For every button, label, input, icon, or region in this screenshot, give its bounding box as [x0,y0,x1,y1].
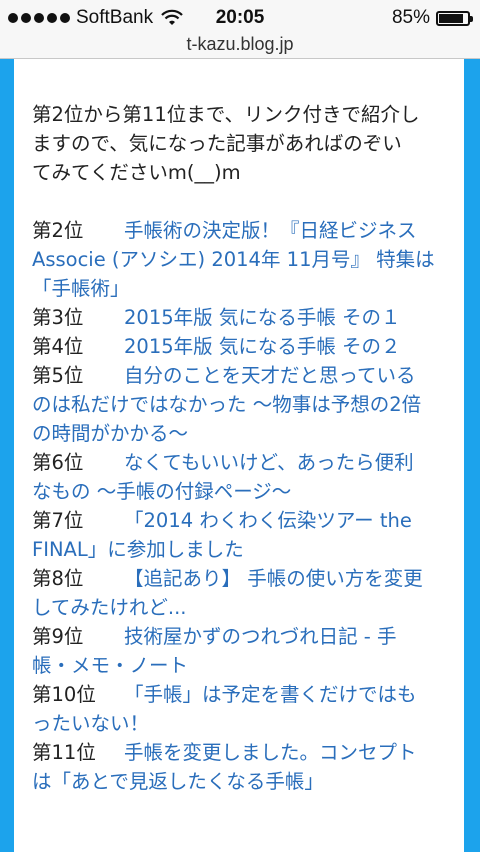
battery-percent: 85% [391,7,430,28]
ranking-item: 第11位 手帳を変更しました。コンセプト は「あとで見返したくなる手帳」 [32,738,452,796]
ranking-item: 第10位 「手帳」は予定を書くだけではも ったいない！ [32,680,452,738]
article-content: 第2位から第11位まで、リンク付きで紹介し ますので、気になった記事があればのぞ… [32,100,452,796]
rank-label: 第9位 [32,625,84,648]
status-right: 85% [391,7,473,29]
intro-paragraph: 第2位から第11位まで、リンク付きで紹介し ますので、気になった記事があればのぞ… [32,100,452,187]
ranking-link-continued[interactable]: 帳・メモ・ノート [32,651,452,680]
ranking-item: 第7位 「2014 わくわく伝染ツアー the FINAL」に参加しました [32,506,452,564]
ranking-link-continued[interactable]: ったいない！ [32,709,452,738]
page-border-left [0,59,14,852]
rank-label: 第7位 [32,509,84,532]
ranking-link[interactable]: 技術屋かずのつれづれ日記 - 手 [124,622,452,651]
rank-label: 第6位 [32,451,84,474]
ranking-item: 第2位 手帳術の決定版！『日経ビジネス Associe (アソシエ) 2014年… [32,216,452,303]
ranking-list: 第2位 手帳術の決定版！『日経ビジネス Associe (アソシエ) 2014年… [32,216,452,796]
ranking-link[interactable]: 手帳を変更しました。コンセプト [124,738,452,767]
ranking-link[interactable]: 手帳術の決定版！『日経ビジネス [124,216,452,245]
rank-label: 第5位 [32,364,84,387]
intro-line: てみてくださいm(__)m [32,161,241,184]
ranking-item: 第5位 自分のことを天才だと思っている のは私だけではなかった 〜物事は予想の2… [32,361,452,448]
address-bar[interactable]: t-kazu.blog.jp [0,30,480,58]
ranking-item: 第4位 2015年版 気になる手帳 その２ [32,332,452,361]
address-bar-divider [0,58,480,59]
ranking-link[interactable]: 2015年版 気になる手帳 その２ [124,332,452,361]
ranking-item: 第6位 なくてもいいけど、あったら便利 なもの 〜手帳の付録ページ〜 [32,448,452,506]
ranking-link[interactable]: 「2014 わくわく伝染ツアー the [124,506,452,535]
ranking-link[interactable]: 【追記あり】 手帳の使い方を変更 [124,564,452,593]
page-border-right [464,59,480,852]
ranking-link-continued[interactable]: の時間がかかる〜 [32,419,452,448]
ranking-link-continued[interactable]: Associe (アソシエ) 2014年 11月号』 特集は [32,245,452,274]
intro-line: 第2位から第11位まで、リンク付きで紹介し [32,103,420,126]
battery-icon [436,10,473,26]
rank-label: 第4位 [32,335,84,358]
ranking-link-continued[interactable]: は「あとで見返したくなる手帳」 [32,767,452,796]
ranking-link[interactable]: 「手帳」は予定を書くだけではも [124,680,452,709]
ranking-link-continued[interactable]: なもの 〜手帳の付録ページ〜 [32,477,452,506]
rank-label: 第11位 [32,741,96,764]
rank-label: 第10位 [32,683,96,706]
rank-label: 第3位 [32,306,84,329]
ranking-link-continued[interactable]: FINAL」に参加しました [32,535,452,564]
ranking-link-continued[interactable]: してみたけれど... [32,593,452,622]
ranking-item: 第9位 技術屋かずのつれづれ日記 - 手 帳・メモ・ノート [32,622,452,680]
ranking-link[interactable]: 自分のことを天才だと思っている [124,361,452,390]
intro-line: ますので、気になった記事があればのぞい [32,132,402,155]
ranking-item: 第8位 【追記あり】 手帳の使い方を変更 してみたけれど... [32,564,452,622]
ranking-link[interactable]: なくてもいいけど、あったら便利 [124,448,452,477]
rank-label: 第8位 [32,567,84,590]
rank-label: 第2位 [32,219,84,242]
ranking-link-continued[interactable]: のは私だけではなかった 〜物事は予想の2倍 [32,390,452,419]
ranking-link[interactable]: 2015年版 気になる手帳 その１ [124,303,452,332]
ranking-link-continued[interactable]: 「手帳術」 [32,274,452,303]
ranking-item: 第3位 2015年版 気になる手帳 その１ [32,303,452,332]
